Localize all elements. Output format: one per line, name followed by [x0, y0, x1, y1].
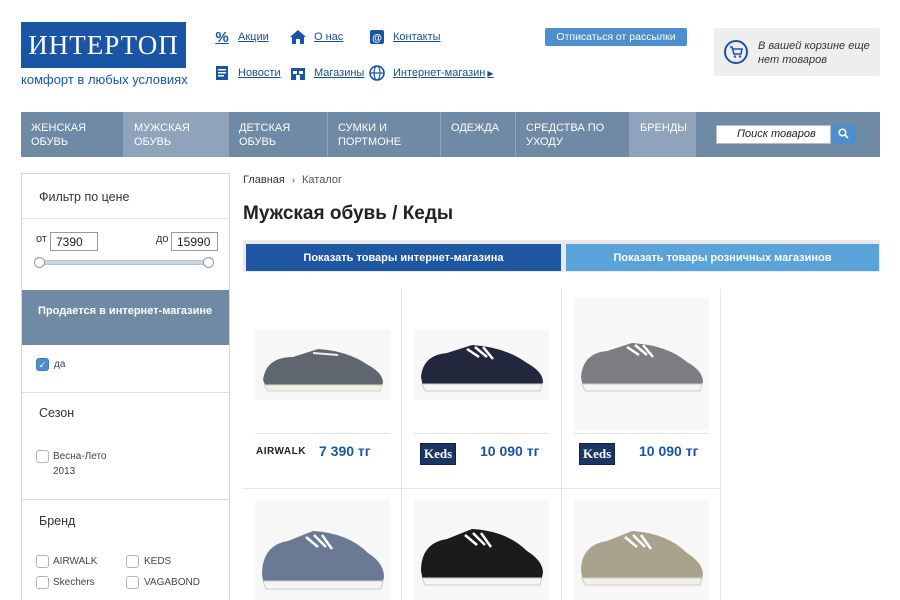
- link-stores-label: Магазины: [314, 67, 365, 79]
- brand-option[interactable]: Skechers: [36, 576, 95, 589]
- divider: [414, 433, 549, 434]
- season-filter-title: Сезон: [39, 406, 75, 420]
- brand-option-label: AIRWALK: [53, 556, 98, 567]
- grid-divider: [561, 289, 562, 600]
- search-button[interactable]: [831, 125, 856, 144]
- link-stores[interactable]: Магазины: [288, 64, 364, 82]
- link-promotions-label: Акции: [238, 31, 269, 43]
- grid-divider: [720, 289, 721, 600]
- link-online-store[interactable]: Интернет-магазин ▶: [367, 64, 494, 82]
- search-input[interactable]: Поиск товаров: [716, 125, 831, 144]
- checkbox-checked-icon[interactable]: ✓: [36, 358, 49, 371]
- online-yes-option[interactable]: ✓ да: [36, 358, 65, 371]
- tagline: комфорт в любых условиях: [21, 72, 188, 87]
- product-image[interactable]: [574, 298, 709, 430]
- product-image[interactable]: [414, 330, 549, 400]
- globe-icon: [367, 64, 387, 82]
- brand-option[interactable]: VAGABOND: [126, 576, 200, 589]
- price-filter-title: Фильтр по цене: [39, 190, 130, 204]
- link-promotions[interactable]: % Акции: [212, 28, 269, 46]
- store-icon: [288, 64, 308, 82]
- unsubscribe-button[interactable]: Отписаться от рассылки: [545, 28, 687, 46]
- divider: [22, 499, 229, 500]
- brand-option-label: Skechers: [53, 577, 95, 588]
- checkbox[interactable]: [36, 555, 49, 568]
- tab-online-store[interactable]: Показать товары интернет-магазина: [246, 244, 561, 271]
- cart-icon: [724, 40, 748, 64]
- news-icon: [212, 64, 232, 82]
- online-yes-label: да: [54, 359, 66, 370]
- price-max-handle[interactable]: [203, 257, 214, 268]
- brand-option-label: KEDS: [144, 556, 172, 567]
- breadcrumb: Главная › Каталог: [243, 174, 342, 186]
- online-filter-title: Продается в интернет-магазине: [22, 290, 229, 345]
- breadcrumb-home-link[interactable]: Главная: [243, 174, 285, 186]
- link-news[interactable]: Новости: [212, 64, 281, 82]
- season-option[interactable]: Весна-Лето 2013: [36, 450, 123, 479]
- product-image[interactable]: [255, 330, 390, 400]
- price-min-handle[interactable]: [34, 257, 45, 268]
- divider: [22, 392, 229, 393]
- brand-logo: Keds: [579, 443, 616, 465]
- mail-icon: @: [367, 28, 387, 46]
- logo[interactable]: ИНТЕРТОП: [21, 22, 186, 68]
- source-toggle: Показать товары интернет-магазина Показа…: [243, 240, 880, 272]
- link-contacts[interactable]: @ Контакты: [367, 28, 441, 46]
- page-title: Мужская обувь / Кеды: [243, 203, 454, 224]
- link-about-label: О нас: [314, 31, 344, 43]
- nav-item-kids-shoes[interactable]: ДЕТСКАЯ ОБУВЬ: [229, 112, 328, 157]
- product-image[interactable]: [574, 500, 709, 600]
- brand-option[interactable]: KEDS: [126, 555, 171, 568]
- price-range-slider[interactable]: [34, 257, 214, 268]
- brand-option-label: VAGABOND: [144, 577, 200, 588]
- brand-filter-title: Бренд: [39, 514, 76, 528]
- price-from-input[interactable]: 7390: [50, 232, 98, 251]
- product-image[interactable]: [255, 500, 390, 600]
- link-online-store-label: Интернет-магазин: [393, 67, 486, 79]
- grid-divider: [401, 289, 402, 600]
- checkbox[interactable]: [36, 576, 49, 589]
- product-price: 7 390 тг: [319, 443, 371, 459]
- nav-item-womens-shoes[interactable]: ЖЕНСКАЯ ОБУВЬ: [21, 112, 124, 157]
- brand-logo: AIRWALK: [256, 446, 306, 457]
- nav-item-mens-shoes[interactable]: МУЖСКАЯ ОБУВЬ: [124, 112, 229, 157]
- breadcrumb-separator: ›: [291, 175, 295, 185]
- divider: [255, 433, 390, 434]
- filter-sidebar: Фильтр по цене от 7390 до 15990 Продаетс…: [21, 173, 230, 600]
- brand-logo: Keds: [420, 443, 457, 465]
- price-to-input[interactable]: 15990: [171, 232, 218, 251]
- link-news-label: Новости: [238, 67, 281, 79]
- divider: [22, 218, 229, 219]
- nav-item-clothing[interactable]: ОДЕЖДА: [441, 112, 516, 157]
- checkbox[interactable]: [36, 450, 49, 463]
- season-option-label: Весна-Лето 2013: [53, 451, 107, 477]
- product-image[interactable]: [414, 500, 549, 600]
- link-contacts-label: Контакты: [393, 31, 441, 43]
- tab-retail-stores[interactable]: Показать товары розничных магазинов: [566, 244, 879, 271]
- grid-divider: [243, 488, 721, 489]
- cart-status-text: В вашей корзине еще нет товаров: [758, 40, 870, 66]
- checkbox[interactable]: [126, 555, 139, 568]
- price-from-label: от: [36, 233, 47, 245]
- product-price: 10 090 тг: [639, 443, 699, 459]
- divider: [574, 433, 709, 434]
- breadcrumb-current: Каталог: [302, 174, 342, 186]
- nav-item-brands[interactable]: БРЕНДЫ: [630, 112, 696, 157]
- search-icon: [838, 127, 849, 142]
- price-to-label: до: [156, 233, 169, 245]
- cart-widget[interactable]: В вашей корзине еще нет товаров: [714, 28, 880, 76]
- home-icon: [288, 28, 308, 46]
- brand-option[interactable]: AIRWALK: [36, 555, 97, 568]
- percent-icon: %: [215, 28, 229, 46]
- checkbox[interactable]: [126, 576, 139, 589]
- product-price: 10 090 тг: [480, 443, 540, 459]
- chevron-right-icon: ▶: [487, 68, 494, 78]
- nav-item-bags[interactable]: СУМКИ И ПОРТМОНЕ: [328, 112, 441, 157]
- nav-item-care-products[interactable]: СРЕДСТВА ПО УХОДУ: [516, 112, 630, 157]
- link-about[interactable]: О нас: [288, 28, 343, 46]
- svg-text:@: @: [372, 33, 382, 44]
